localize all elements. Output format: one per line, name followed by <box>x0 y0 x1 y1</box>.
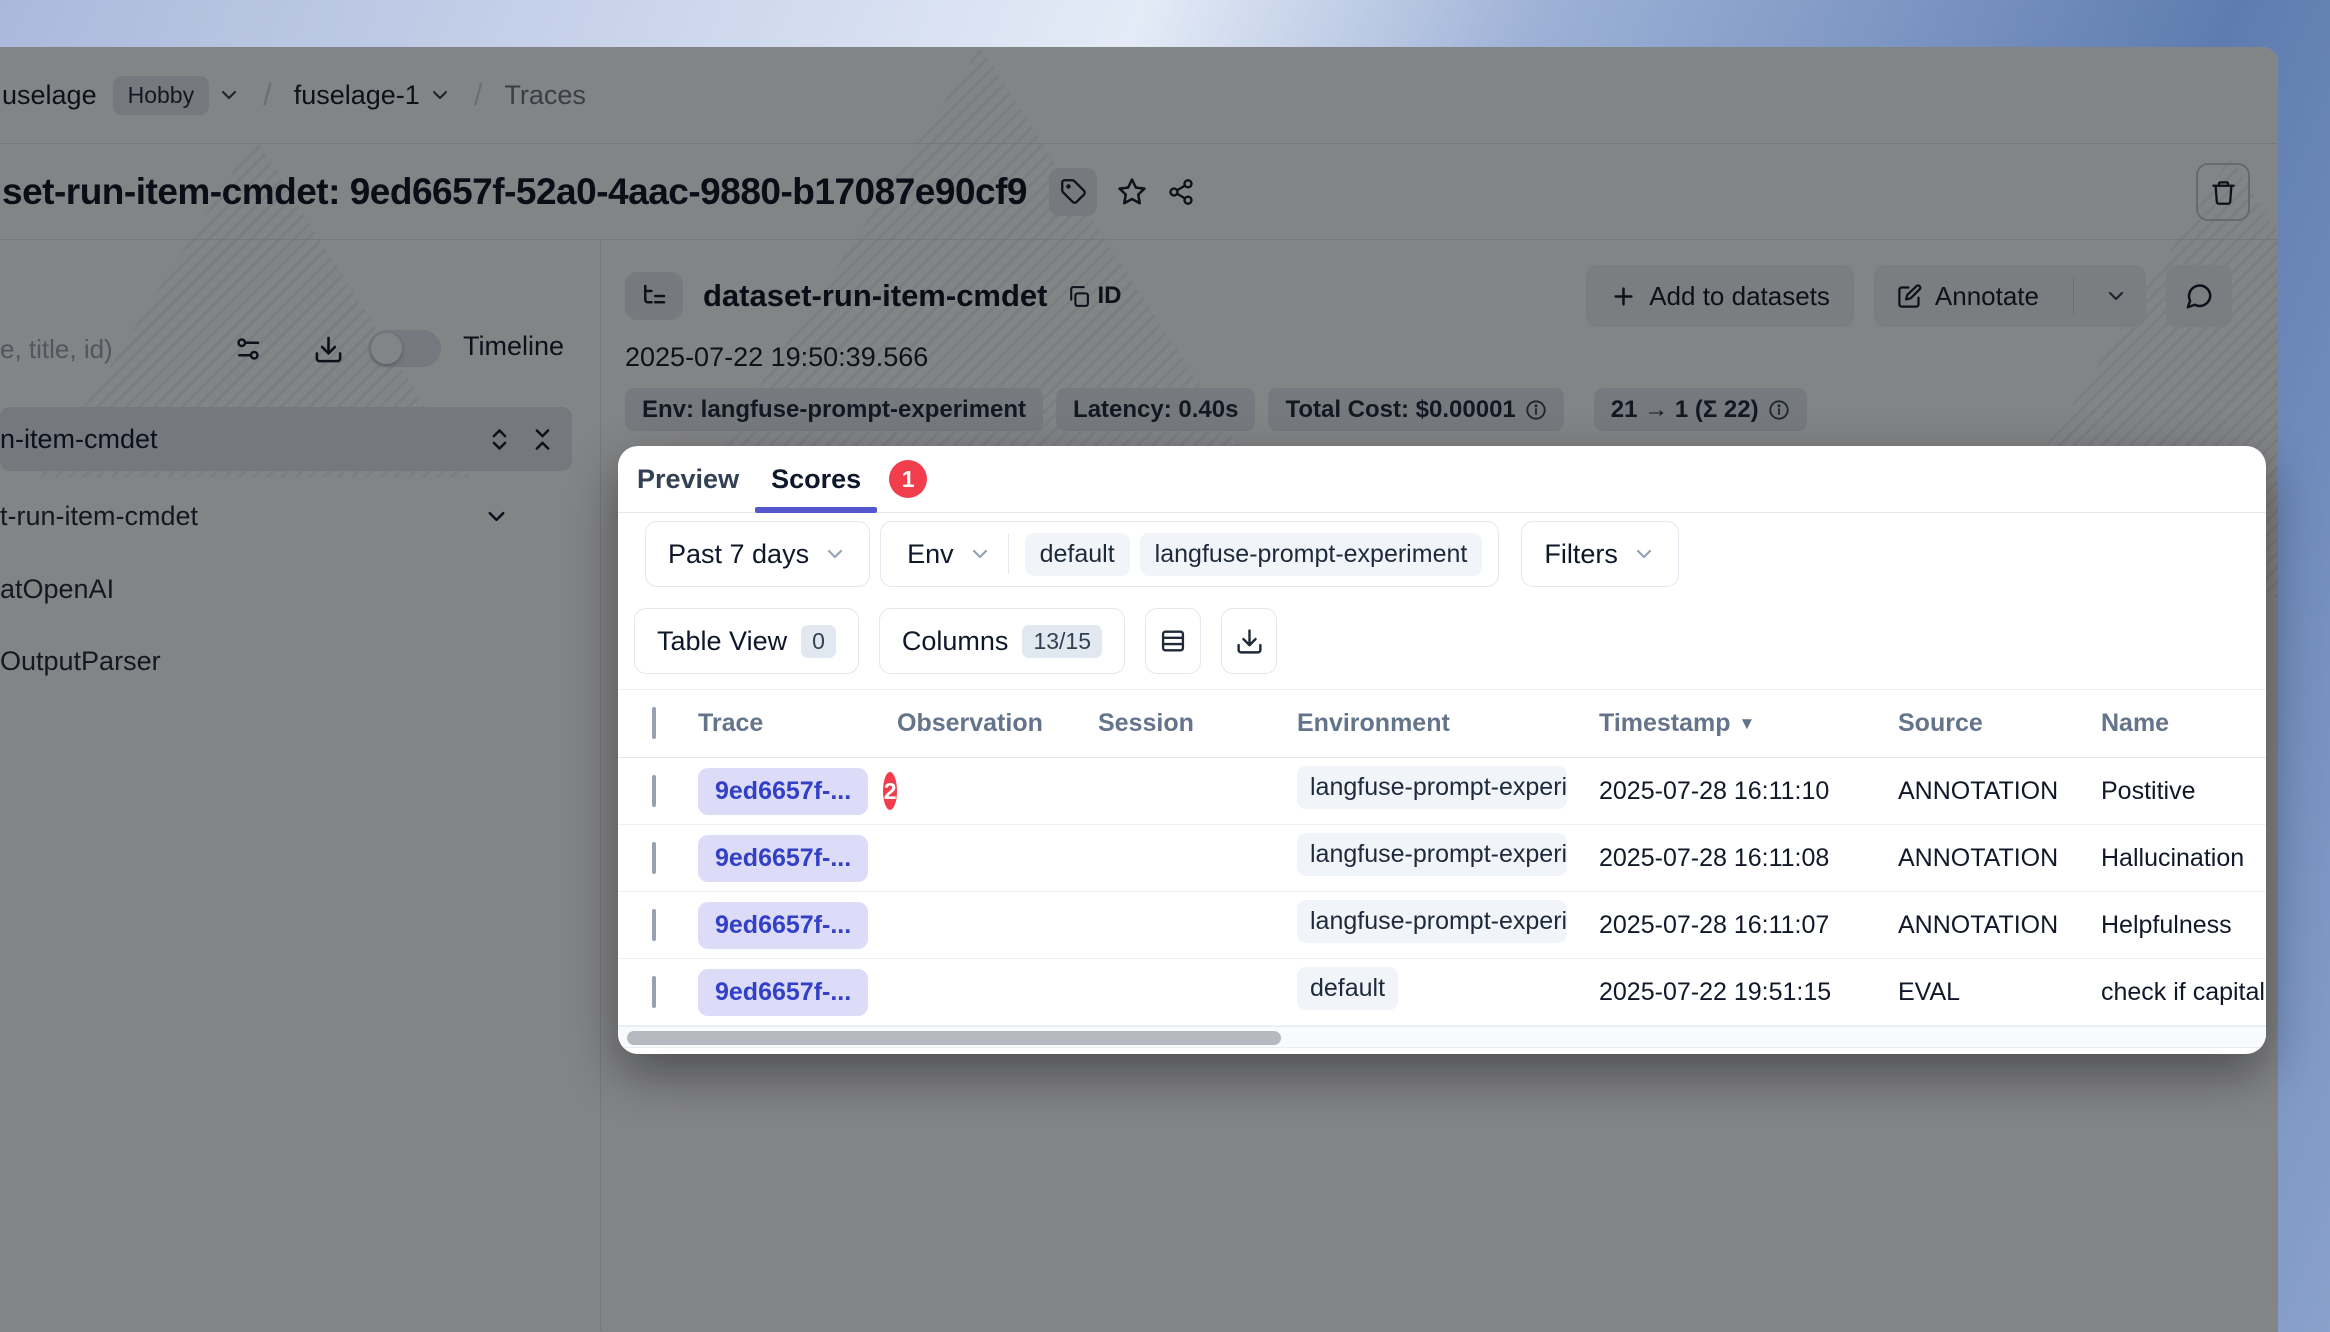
cell-name: Helpfulness <box>2101 911 2266 940</box>
cell-timestamp: 2025-07-28 16:11:07 <box>1599 911 1898 940</box>
chevron-down-icon <box>968 542 992 566</box>
columns-count: 13/15 <box>1022 625 1102 658</box>
environment-chip: langfuse-prompt-experim <box>1297 766 1567 809</box>
trace-id-link[interactable]: 9ed6657f-... <box>698 969 868 1016</box>
cell-name: Hallucination <box>2101 844 2266 873</box>
trace-id-link[interactable]: 9ed6657f-... <box>698 902 868 949</box>
column-header-name[interactable]: Name <box>2101 709 2266 738</box>
scores-count-badge: 1 <box>889 460 927 498</box>
table-row[interactable]: 9ed6657f-... 2 langfuse-prompt-experim 2… <box>618 758 2266 825</box>
cell-timestamp: 2025-07-28 16:11:08 <box>1599 844 1898 873</box>
cell-source: EVAL <box>1898 978 2101 1007</box>
date-range-select[interactable]: Past 7 days <box>645 521 870 587</box>
columns-button[interactable]: Columns 13/15 <box>879 608 1125 674</box>
env-value-chip: langfuse-prompt-experiment <box>1140 533 1483 576</box>
table-toolbar: Table View 0 Columns 13/15 <box>618 601 2266 690</box>
tab-scores[interactable]: Scores <box>755 446 877 512</box>
row-annotation-badge: 2 <box>883 772 897 810</box>
rows-icon <box>1159 627 1187 655</box>
trace-id-link[interactable]: 9ed6657f-... <box>698 835 868 882</box>
horizontal-scrollbar[interactable] <box>618 1026 2266 1048</box>
chevron-down-icon <box>823 542 847 566</box>
trace-id-link[interactable]: 9ed6657f-... <box>698 768 868 815</box>
cell-source: ANNOTATION <box>1898 777 2101 806</box>
cell-source: ANNOTATION <box>1898 844 2101 873</box>
row-height-button[interactable] <box>1145 608 1201 674</box>
scores-panel: Preview Scores 1 Past 7 days Env default… <box>618 446 2266 1054</box>
filters-button[interactable]: Filters <box>1521 521 1679 587</box>
tab-bar: Preview Scores 1 <box>618 446 2266 513</box>
export-button[interactable] <box>1221 608 1277 674</box>
cell-timestamp: 2025-07-28 16:11:10 <box>1599 777 1898 806</box>
row-checkbox[interactable] <box>652 775 656 807</box>
column-header-source[interactable]: Source <box>1898 709 2101 738</box>
table-row[interactable]: 9ed6657f-... default 2025-07-22 19:51:15… <box>618 959 2266 1026</box>
table-view-button[interactable]: Table View 0 <box>634 608 859 674</box>
row-checkbox[interactable] <box>652 909 656 941</box>
select-all-checkbox[interactable] <box>652 707 656 739</box>
column-header-observation[interactable]: Observation <box>897 709 1098 738</box>
chevron-down-icon <box>1632 542 1656 566</box>
table-row[interactable]: 9ed6657f-... langfuse-prompt-experim 202… <box>618 825 2266 892</box>
column-header-timestamp[interactable]: Timestamp ▼ <box>1599 709 1898 738</box>
sort-desc-icon: ▼ <box>1739 714 1756 734</box>
row-checkbox[interactable] <box>652 976 656 1008</box>
table-view-count: 0 <box>801 625 836 658</box>
divider <box>1008 534 1009 574</box>
column-header-session[interactable]: Session <box>1098 709 1297 738</box>
filter-row: Past 7 days Env default langfuse-prompt-… <box>618 513 2266 601</box>
environment-chip: langfuse-prompt-experim <box>1297 833 1567 876</box>
env-filter[interactable]: Env default langfuse-prompt-experiment <box>880 521 1499 587</box>
table-row[interactable]: 9ed6657f-... langfuse-prompt-experim 202… <box>618 892 2266 959</box>
cell-name: check if capital <box>2101 978 2266 1007</box>
column-header-trace[interactable]: Trace <box>698 709 897 738</box>
cell-timestamp: 2025-07-22 19:51:15 <box>1599 978 1898 1007</box>
environment-chip: langfuse-prompt-experim <box>1297 900 1567 943</box>
environment-chip: default <box>1297 967 1398 1010</box>
cell-source: ANNOTATION <box>1898 911 2101 940</box>
env-filter-label: Env <box>907 539 954 570</box>
download-icon <box>1235 627 1264 656</box>
column-header-environment[interactable]: Environment <box>1297 709 1599 738</box>
row-checkbox[interactable] <box>652 842 656 874</box>
table-header-row: Trace Observation Session Environment Ti… <box>618 690 2266 758</box>
tab-preview[interactable]: Preview <box>621 446 755 512</box>
env-value-chip: default <box>1025 533 1130 576</box>
scrollbar-thumb[interactable] <box>627 1031 1281 1045</box>
cell-name: Postitive <box>2101 777 2266 806</box>
